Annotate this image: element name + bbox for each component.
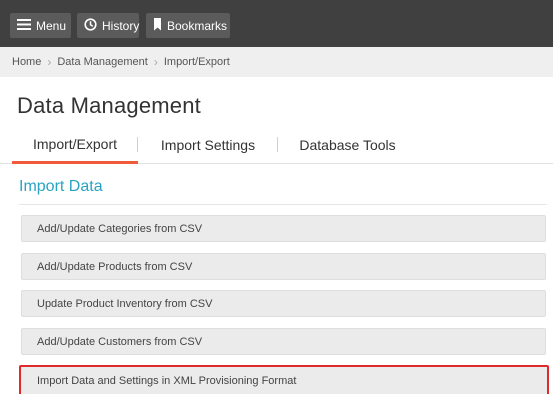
import-xml-provisioning-button[interactable]: Import Data and Settings in XML Provisio… [19, 365, 549, 394]
menu-button[interactable]: Menu [10, 13, 71, 38]
top-navigation-bar: Menu History Bookmarks [0, 0, 553, 47]
history-label: History [102, 18, 140, 33]
bookmarks-label: Bookmarks [167, 18, 228, 33]
tab-divider [137, 137, 138, 152]
section-title: Import Data [19, 178, 103, 195]
breadcrumb-data-management-link[interactable]: Data Management [57, 56, 148, 68]
history-button[interactable]: History [77, 13, 139, 38]
page-title: Data Management [17, 93, 201, 118]
section-divider [19, 204, 547, 205]
import-categories-button[interactable]: Add/Update Categories from CSV [21, 215, 546, 242]
update-inventory-button[interactable]: Update Product Inventory from CSV [21, 290, 546, 317]
import-products-button[interactable]: Add/Update Products from CSV [21, 253, 546, 280]
tab-import-export[interactable]: Import/Export [12, 127, 138, 164]
breadcrumb-current: Import/Export [163, 56, 230, 68]
bookmarks-button[interactable]: Bookmarks [146, 13, 230, 38]
breadcrumb-home-link[interactable]: Home [12, 56, 41, 68]
hamburger-icon [17, 18, 31, 33]
menu-label: Menu [36, 18, 67, 33]
tab-bar: Import/Export Import Settings Database T… [0, 127, 553, 164]
bookmark-icon [153, 17, 162, 34]
tab-database-tools[interactable]: Database Tools [290, 127, 405, 163]
chevron-right-icon: › [47, 55, 52, 69]
chevron-right-icon: › [153, 55, 158, 69]
tab-import-settings[interactable]: Import Settings [150, 127, 266, 163]
import-customers-button[interactable]: Add/Update Customers from CSV [21, 328, 546, 355]
clock-icon [84, 17, 97, 34]
breadcrumb: Home › Data Management › Import/Export [0, 47, 553, 77]
tab-divider [277, 137, 278, 152]
